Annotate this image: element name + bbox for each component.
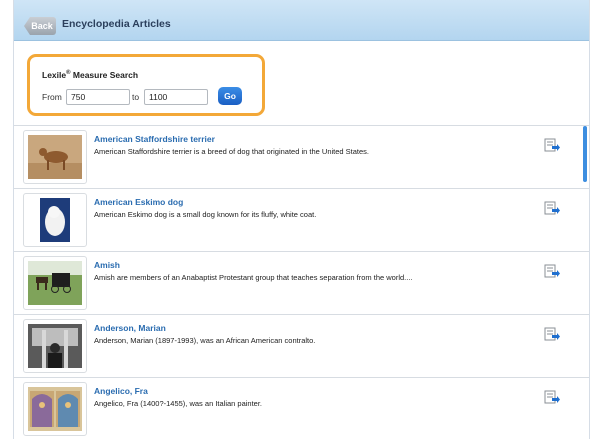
list-item[interactable]: American Eskimo dog American Eskimo dog … — [14, 189, 589, 252]
lexile-search-title: Lexile® Measure Search — [42, 70, 138, 80]
add-to-list-icon[interactable] — [544, 327, 560, 341]
article-description: Angelico, Fra (1400?-1455), was an Itali… — [94, 399, 263, 408]
add-to-list-icon[interactable] — [544, 201, 560, 215]
article-description: American Staffordshire terrier is a bree… — [94, 147, 370, 156]
lexile-title-rest: Measure Search — [70, 70, 139, 80]
app-window: Back Encyclopedia Articles Lexile® Measu… — [13, 0, 590, 439]
add-to-list-icon[interactable] — [544, 138, 560, 152]
scrollbar[interactable] — [583, 126, 587, 182]
lexile-search-panel: Lexile® Measure Search From 750 to 1100 … — [27, 54, 265, 116]
article-title[interactable]: Angelico, Fra — [94, 386, 148, 396]
list-item[interactable]: Amish Amish are members of an Anabaptist… — [14, 252, 589, 315]
article-list: American Staffordshire terrier American … — [14, 125, 589, 439]
lexile-brand: Lexile — [42, 70, 67, 80]
article-title[interactable]: Amish — [94, 260, 120, 270]
page-title: Encyclopedia Articles — [62, 18, 171, 30]
to-label: to — [132, 92, 140, 102]
to-input[interactable]: 1100 — [144, 89, 208, 105]
list-item[interactable]: Angelico, Fra Angelico, Fra (1400?-1455)… — [14, 378, 589, 439]
add-to-list-icon[interactable] — [544, 390, 560, 404]
back-button[interactable]: Back — [24, 17, 56, 35]
from-label: From — [42, 92, 62, 102]
article-description: American Eskimo dog is a small dog known… — [94, 210, 317, 219]
article-thumbnail — [23, 319, 87, 373]
article-description: Amish are members of an Anabaptist Prote… — [94, 273, 413, 282]
article-title[interactable]: Anderson, Marian — [94, 323, 166, 333]
article-title[interactable]: American Staffordshire terrier — [94, 134, 215, 144]
article-thumbnail — [23, 130, 87, 184]
article-thumbnail — [23, 256, 87, 310]
list-item[interactable]: American Staffordshire terrier American … — [14, 126, 589, 189]
go-button[interactable]: Go — [218, 87, 242, 105]
article-thumbnail — [23, 382, 87, 436]
article-thumbnail — [23, 193, 87, 247]
list-item[interactable]: Anderson, Marian Anderson, Marian (1897-… — [14, 315, 589, 378]
top-bar: Back Encyclopedia Articles — [14, 0, 589, 41]
from-input[interactable]: 750 — [66, 89, 130, 105]
add-to-list-icon[interactable] — [544, 264, 560, 278]
article-description: Anderson, Marian (1897-1993), was an Afr… — [94, 336, 316, 345]
article-title[interactable]: American Eskimo dog — [94, 197, 183, 207]
